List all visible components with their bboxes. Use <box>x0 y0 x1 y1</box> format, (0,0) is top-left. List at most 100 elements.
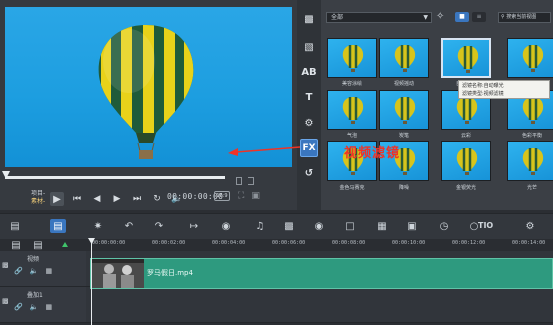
link-icon[interactable]: 🔗 <box>14 303 23 311</box>
ruler-tick-label: 00:00:00:00 <box>92 240 126 246</box>
motion-track-icon[interactable]: ▩ <box>281 219 297 233</box>
snapshot-icon[interactable]: ▣ <box>251 191 260 201</box>
filter-thumbnail-label: 云彩 <box>460 133 471 139</box>
video-track-controls: 🔗 🔈 ▦ <box>14 267 52 275</box>
overlay-track-controls: 🔗 🔈 ▦ <box>14 303 52 311</box>
filter-thumbnail[interactable] <box>441 38 491 78</box>
playhead-line[interactable] <box>91 239 92 325</box>
preview-screen[interactable] <box>5 7 292 167</box>
preview-panel: 项目- 素材- ▶ ⏮ ◀ ▶ ⏭ ↻ 🔈 00:00:00:00 16:9 ⛶… <box>0 0 297 210</box>
ruler-tick-label: 00:00:14:00 <box>512 240 546 246</box>
mute-icon[interactable]: 🔈 <box>30 267 39 275</box>
ruler-tick-label: 00:00:12:00 <box>452 240 486 246</box>
timeline-ruler[interactable]: 00:00:00:00 00:00:02:00 00:00:04:00 00:00:0… <box>86 239 553 251</box>
grid-icon[interactable]: ▦ <box>45 267 52 275</box>
ruler-tick-label: 00:00:02:00 <box>152 240 186 246</box>
zoom-icon[interactable]: ⚙ <box>522 219 538 233</box>
title-tool-button[interactable]: TIO <box>478 221 493 230</box>
fit-timeline-icon[interactable]: ↦ <box>186 219 202 233</box>
overlay-track-lane[interactable] <box>86 287 553 323</box>
redo-icon[interactable]: ↷ <box>151 219 167 233</box>
play-icon[interactable]: ▶ <box>50 192 64 206</box>
overlay-track-name: 叠加1 <box>27 292 43 299</box>
template-icon[interactable]: AB <box>300 63 318 81</box>
filter-thumbnail-label: 视频摇动 <box>393 81 414 87</box>
aspect-ratio-button[interactable]: 16:9 <box>214 191 230 201</box>
transport-controls: ▶ ⏮ ◀ ▶ ⏭ ↻ 🔈 <box>50 192 184 206</box>
video-track-name: 视频 <box>27 256 40 263</box>
tooltip-filter-type: 滤镜类型:视频滤镜 <box>462 91 504 97</box>
category-dropdown[interactable]: 全部 ▼ <box>326 12 432 23</box>
graphics-icon[interactable]: ⚙ <box>300 114 318 132</box>
filter-fx-icon[interactable]: FX <box>300 139 318 157</box>
project-mode-label[interactable]: 项目- <box>31 190 45 198</box>
tooltip-filter-name: 滤镜名称:自动曝光 <box>462 83 504 89</box>
video-filter-annotation: 视频滤镜 <box>344 146 401 161</box>
filter-thumbnail[interactable] <box>379 90 429 130</box>
filter-thumbnail[interactable] <box>379 38 429 78</box>
library-toolbar: 全部 ▼ ✧ ■ ≡ ⚲ 搜索当前视图 <box>321 9 553 25</box>
clip-thumbnail <box>91 259 144 288</box>
repeat-icon[interactable]: ↻ <box>150 192 164 206</box>
split-screen-icon[interactable]: ▦ <box>374 219 390 233</box>
media-icon[interactable]: ▩ <box>300 10 318 28</box>
link-icon[interactable]: 🔗 <box>14 267 23 275</box>
overlay-track-header: ▩ 叠加1 🔗 🔈 ▦ <box>0 287 86 323</box>
chapter-icon[interactable]: ▤ <box>30 238 46 252</box>
previous-frame-icon[interactable]: ◀ <box>90 192 104 206</box>
next-frame-icon[interactable]: ▶ <box>110 192 124 206</box>
storyboard-view-icon[interactable]: ▤ <box>7 219 23 233</box>
go-to-end-icon[interactable]: ⏭ <box>130 192 144 206</box>
clip-mode-label[interactable]: 素材- <box>31 198 45 206</box>
filter-thumbnail[interactable] <box>507 141 553 181</box>
subtitle-icon[interactable]: ◉ <box>311 219 327 233</box>
view-thumbnail-icon[interactable]: ■ <box>455 12 469 22</box>
filter-thumbnail-label: 光芒 <box>526 185 537 191</box>
sound-mixer-icon[interactable]: ♫ <box>252 219 268 233</box>
text-icon[interactable]: □ <box>342 219 358 233</box>
video-clip[interactable]: 罗马假日.mp4 <box>90 258 553 289</box>
grid-icon[interactable]: ▦ <box>45 303 52 311</box>
library-sidebar: ▩ ▧ AB T ⚙ FX ↺ <box>297 0 321 210</box>
preview-scrub-bar[interactable] <box>5 176 225 179</box>
overlay-track-icon: ▩ <box>2 297 9 305</box>
filter-thumbnail-label: 金银荧光 <box>455 185 476 191</box>
time-remap-icon[interactable]: ◷ <box>436 219 452 233</box>
transition-icon[interactable]: ▧ <box>300 38 318 56</box>
filter-tooltip: 滤镜名称:自动曝光 滤镜类型:视频滤镜 <box>458 80 550 99</box>
mark-out-icon[interactable] <box>248 177 254 185</box>
filter-thumbnail-label: 金色马赛克 <box>339 185 365 191</box>
preview-mode-labels[interactable]: 项目- 素材- <box>31 190 45 206</box>
add-filter-icon[interactable]: ✧ <box>436 11 444 22</box>
ruler-tick-label: 00:00:10:00 <box>392 240 426 246</box>
mask-icon[interactable]: ▣ <box>404 219 420 233</box>
filter-thumbnail-label: 色彩平衡 <box>521 133 542 139</box>
go-to-start-icon[interactable]: ⏮ <box>70 192 84 206</box>
filter-thumbnail[interactable] <box>327 38 377 78</box>
hot-air-balloon-image <box>98 25 194 159</box>
library-search-input[interactable]: ⚲ 搜索当前视图 <box>498 12 551 23</box>
view-list-icon[interactable]: ≡ <box>472 12 486 22</box>
title-icon[interactable]: T <box>300 88 318 106</box>
path-icon[interactable]: ↺ <box>300 164 318 182</box>
fullscreen-icon[interactable]: ⛶ <box>238 191 244 201</box>
clip-filename: 罗马假日.mp4 <box>147 269 193 277</box>
filter-thumbnail[interactable] <box>441 141 491 181</box>
record-capture-icon[interactable]: ◉ <box>218 219 234 233</box>
filter-thumbnail-label: 降噪 <box>398 185 409 191</box>
undo-icon[interactable]: ↶ <box>121 219 137 233</box>
filter-thumbnail[interactable] <box>327 90 377 130</box>
filter-thumbnail[interactable] <box>507 38 553 78</box>
timeline-view-icon[interactable]: ▤ <box>50 219 66 233</box>
tools-icon[interactable]: ✷ <box>90 219 106 233</box>
timeline-toolbar: ▤ ▤ ✷ ↶ ↷ ↦ ◉ ♫ ▩ ◉ □ ▦ ▣ ◷ ○ TIO ⚙ <box>0 213 553 239</box>
category-value: 全部 <box>331 14 344 21</box>
ruler-tick-label: 00:00:06:00 <box>272 240 306 246</box>
search-icon: ⚲ <box>501 14 505 20</box>
track-manager-icon[interactable]: ▤ <box>8 238 24 252</box>
mute-icon[interactable]: 🔈 <box>30 303 39 311</box>
filter-thumbnail-label: 气泡 <box>346 133 357 139</box>
ruler-tick-label: 00:00:04:00 <box>212 240 246 246</box>
mark-in-icon[interactable] <box>236 177 242 185</box>
ruler-tick-label: 00:00:08:00 <box>332 240 366 246</box>
